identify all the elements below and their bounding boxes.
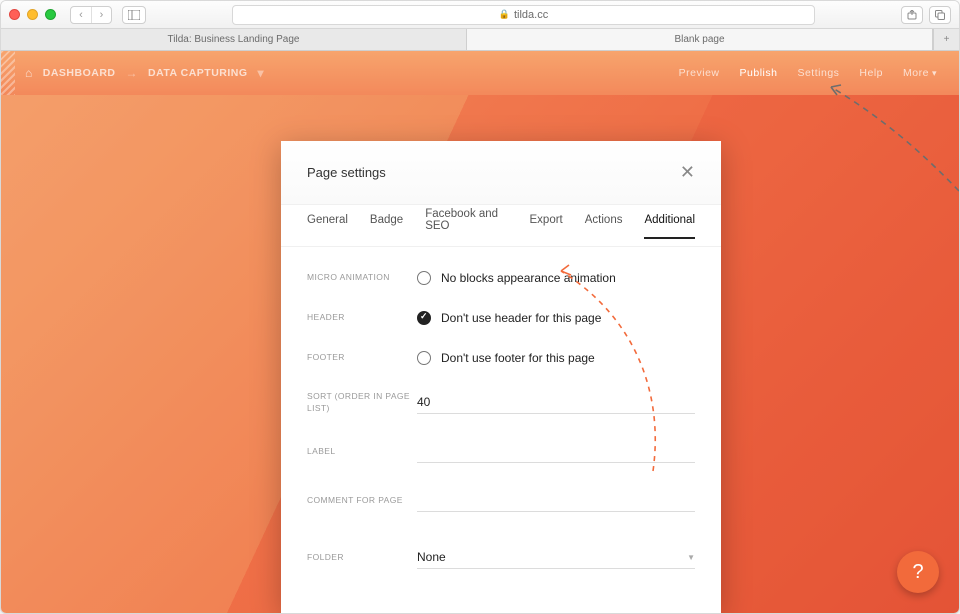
row-label: LABEL: [307, 440, 695, 463]
tab-additional[interactable]: Additional: [644, 214, 695, 238]
label-label: LABEL: [307, 446, 417, 457]
browser-tab-1[interactable]: Blank page: [467, 29, 933, 50]
option-header: Don't use header for this page: [441, 311, 601, 325]
nav-preview[interactable]: Preview: [679, 67, 720, 79]
radio-footer[interactable]: [417, 351, 431, 365]
label-comment: COMMENT FOR PAGE: [307, 495, 417, 506]
nav-more[interactable]: More: [903, 67, 937, 79]
label-micro-animation: MICRO ANIMATION: [307, 272, 417, 283]
option-footer: Don't use footer for this page: [441, 351, 595, 365]
select-folder[interactable]: None ▼: [417, 546, 695, 569]
sidebar-toggle-icon[interactable]: [122, 6, 146, 24]
page-settings-modal: Page settings ✕ General Badge Facebook a…: [281, 141, 721, 613]
app-topnav-right: Preview Publish Settings Help More: [679, 67, 937, 79]
share-icon[interactable]: [901, 6, 923, 24]
radio-micro-animation[interactable]: [417, 271, 431, 285]
forward-icon[interactable]: ›: [91, 7, 111, 23]
tab-badge[interactable]: Badge: [370, 214, 403, 238]
back-icon[interactable]: ‹: [71, 7, 91, 23]
nav-help[interactable]: Help: [859, 67, 883, 79]
close-icon[interactable]: ✕: [680, 162, 695, 183]
row-folder: FOLDER None ▼: [307, 546, 695, 569]
row-footer: FOOTER Don't use footer for this page: [307, 351, 695, 365]
label-folder: FOLDER: [307, 552, 417, 563]
help-fab[interactable]: ?: [897, 551, 939, 593]
row-header: HEADER Don't use header for this page: [307, 311, 695, 325]
tab-fb-seo[interactable]: Facebook and SEO: [425, 208, 507, 244]
app-topbar: ⌂ DASHBOARD → DATA CAPTURING ▾ Preview P…: [1, 51, 959, 95]
input-label[interactable]: [417, 440, 695, 463]
browser-tab-0-label: Tilda: Business Landing Page: [168, 34, 300, 45]
home-icon[interactable]: ⌂: [25, 66, 33, 80]
nav-settings[interactable]: Settings: [797, 67, 839, 79]
window-zoom-button[interactable]: [45, 9, 56, 20]
crumb-dashboard[interactable]: DASHBOARD: [43, 67, 116, 79]
nav-back-forward[interactable]: ‹ ›: [70, 6, 112, 24]
select-folder-value: None: [417, 550, 446, 564]
modal-body: MICRO ANIMATION No blocks appearance ani…: [281, 247, 721, 613]
row-sort: SORT (ORDER IN PAGE LIST): [307, 391, 695, 414]
label-header: HEADER: [307, 312, 417, 323]
decor-stripes: [1, 51, 15, 95]
tab-general[interactable]: General: [307, 214, 348, 238]
radio-header[interactable]: [417, 311, 431, 325]
lock-icon: 🔒: [499, 9, 510, 20]
input-sort[interactable]: [417, 391, 695, 414]
nav-publish[interactable]: Publish: [740, 67, 778, 79]
chevron-right-icon: →: [126, 66, 139, 80]
browser-right-controls: [901, 6, 951, 24]
row-micro-animation: MICRO ANIMATION No blocks appearance ani…: [307, 271, 695, 285]
modal-title: Page settings: [307, 165, 386, 180]
modal-header: Page settings ✕: [281, 141, 721, 205]
window-minimize-button[interactable]: [27, 9, 38, 20]
browser-window: ‹ › 🔒 tilda.cc Tilda: Business Landing P…: [0, 0, 960, 614]
label-footer: FOOTER: [307, 352, 417, 363]
browser-tab-1-label: Blank page: [674, 34, 724, 45]
browser-tabbar: Tilda: Business Landing Page Blank page …: [1, 29, 959, 51]
browser-tab-0[interactable]: Tilda: Business Landing Page: [1, 29, 467, 50]
new-tab-button[interactable]: +: [933, 29, 959, 50]
tabs-overview-icon[interactable]: [929, 6, 951, 24]
tab-actions[interactable]: Actions: [585, 214, 623, 238]
chevron-down-icon[interactable]: ▾: [258, 66, 265, 80]
tab-export[interactable]: Export: [530, 214, 563, 238]
option-micro-animation: No blocks appearance animation: [441, 271, 616, 285]
breadcrumb: ⌂ DASHBOARD → DATA CAPTURING ▾: [25, 66, 264, 80]
address-text: tilda.cc: [514, 9, 548, 21]
input-comment[interactable]: [417, 489, 695, 512]
label-sort: SORT (ORDER IN PAGE LIST): [307, 391, 417, 413]
row-comment: COMMENT FOR PAGE: [307, 489, 695, 512]
chevron-down-icon: ▼: [687, 553, 695, 562]
traffic-lights: [9, 9, 56, 20]
question-icon: ?: [912, 561, 923, 584]
app-page: ⌂ DASHBOARD → DATA CAPTURING ▾ Preview P…: [1, 51, 959, 613]
crumb-page[interactable]: DATA CAPTURING: [148, 67, 248, 79]
address-bar[interactable]: 🔒 tilda.cc: [232, 5, 815, 25]
window-close-button[interactable]: [9, 9, 20, 20]
modal-tabs: General Badge Facebook and SEO Export Ac…: [281, 205, 721, 247]
browser-titlebar: ‹ › 🔒 tilda.cc: [1, 1, 959, 29]
